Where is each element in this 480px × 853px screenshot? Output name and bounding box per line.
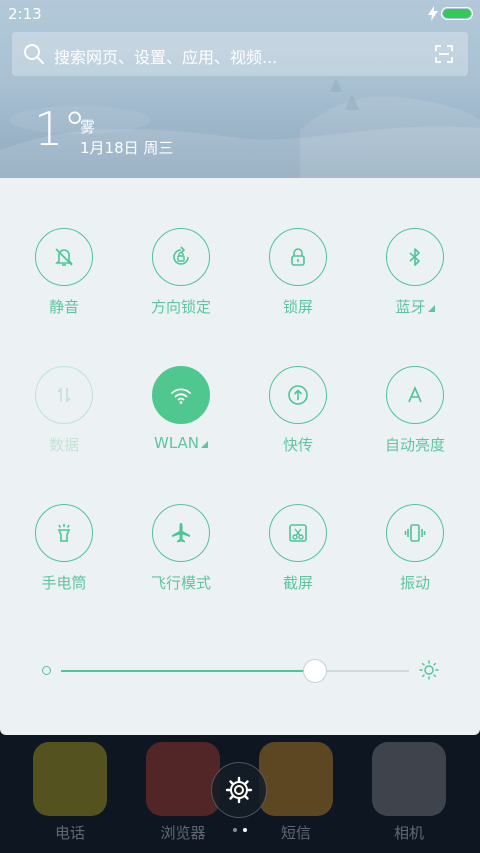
toggle-label: 振动 — [399, 574, 430, 592]
airplane-icon — [172, 523, 190, 543]
quick-settings-panel: 静音 方向锁定 锁屏 蓝牙 数据 WLAN 快传 自动亮度 手电筒 飞行模式 截… — [0, 178, 480, 735]
upload-icon — [288, 385, 308, 405]
toggle-screenshot[interactable]: 截屏 — [243, 504, 353, 604]
toggle-data[interactable]: 数据 — [9, 366, 119, 466]
toggle-auto-brightness[interactable]: 自动亮度 — [360, 366, 470, 466]
bluetooth-icon — [409, 248, 420, 266]
camera-app-icon[interactable] — [372, 742, 446, 816]
toggle-lock-screen[interactable]: 锁屏 — [243, 228, 353, 328]
phone-app-icon[interactable] — [33, 742, 107, 816]
toggle-label: 静音 — [48, 298, 79, 316]
toggle-label: 自动亮度 — [384, 436, 445, 454]
charging-bolt-icon — [428, 6, 438, 21]
dock-label-messages: 短信 — [280, 824, 311, 842]
flashlight-icon — [57, 524, 71, 542]
toggle-wlan[interactable]: WLAN — [126, 366, 236, 466]
browser-app-icon[interactable] — [146, 742, 220, 816]
brightness-high-icon — [419, 660, 439, 680]
toggle-rotation-lock[interactable]: 方向锁定 — [126, 228, 236, 328]
dock-label-camera: 相机 — [393, 824, 424, 842]
rotation-lock-icon — [173, 246, 189, 265]
scan-icon[interactable] — [435, 45, 453, 63]
search-bar[interactable]: 搜索网页、设置、应用、视频... — [12, 32, 468, 76]
vibrate-icon — [404, 524, 426, 542]
scissors-icon — [289, 524, 307, 542]
weather-header: 2:13 搜索网页、设置、应用、视频... 1° 雾 1月18日 周三 — [0, 0, 480, 178]
bell-off-icon — [55, 248, 73, 266]
toggle-bluetooth[interactable]: 蓝牙 — [360, 228, 470, 328]
brightness-slider[interactable] — [61, 659, 409, 683]
toggle-label: 快传 — [282, 436, 313, 454]
search-placeholder: 搜索网页、设置、应用、视频... — [54, 48, 278, 67]
toggle-airplane[interactable]: 飞行模式 — [126, 504, 236, 604]
settings-button[interactable] — [211, 762, 267, 818]
more-options-indicator — [427, 305, 435, 312]
messages-app-icon[interactable] — [259, 742, 333, 816]
toggle-label: 数据 — [48, 436, 79, 454]
toggle-label: 截屏 — [282, 574, 313, 592]
toggle-label: 锁屏 — [282, 298, 313, 316]
brightness-slider-fill — [61, 670, 316, 672]
toggle-vibrate[interactable]: 振动 — [360, 504, 470, 604]
toggle-label: 蓝牙 — [360, 296, 470, 317]
toggle-label: 飞行模式 — [150, 574, 211, 592]
lock-icon — [291, 248, 305, 266]
auto-a-icon — [408, 385, 422, 403]
status-time: 2:13 — [8, 5, 42, 23]
brightness-low-icon — [42, 666, 51, 675]
more-options-indicator — [201, 441, 208, 448]
gear-icon — [225, 776, 253, 804]
toggle-mute[interactable]: 静音 — [9, 228, 119, 328]
data-arrows-icon — [57, 387, 71, 403]
toggle-flashlight[interactable]: 手电筒 — [9, 504, 119, 604]
wifi-icon — [171, 388, 191, 404]
weather-condition: 雾 — [80, 118, 96, 136]
brightness-slider-thumb[interactable] — [303, 659, 328, 683]
toggle-quick-share[interactable]: 快传 — [243, 366, 353, 466]
toggle-label: 方向锁定 — [150, 298, 211, 316]
toggle-label: 手电筒 — [41, 574, 87, 592]
weather-date: 1月18日 周三 — [80, 139, 174, 157]
status-bar: 2:13 — [0, 0, 480, 28]
search-icon — [24, 44, 44, 64]
toggle-label: WLAN — [126, 434, 236, 452]
dock-label-browser: 浏览器 — [160, 824, 206, 842]
dock-label-phone: 电话 — [54, 824, 85, 842]
page-indicator-dot — [233, 828, 237, 832]
page-indicator-dot-active — [243, 828, 247, 832]
battery-icon — [441, 7, 473, 20]
temperature: 1° — [34, 102, 87, 156]
